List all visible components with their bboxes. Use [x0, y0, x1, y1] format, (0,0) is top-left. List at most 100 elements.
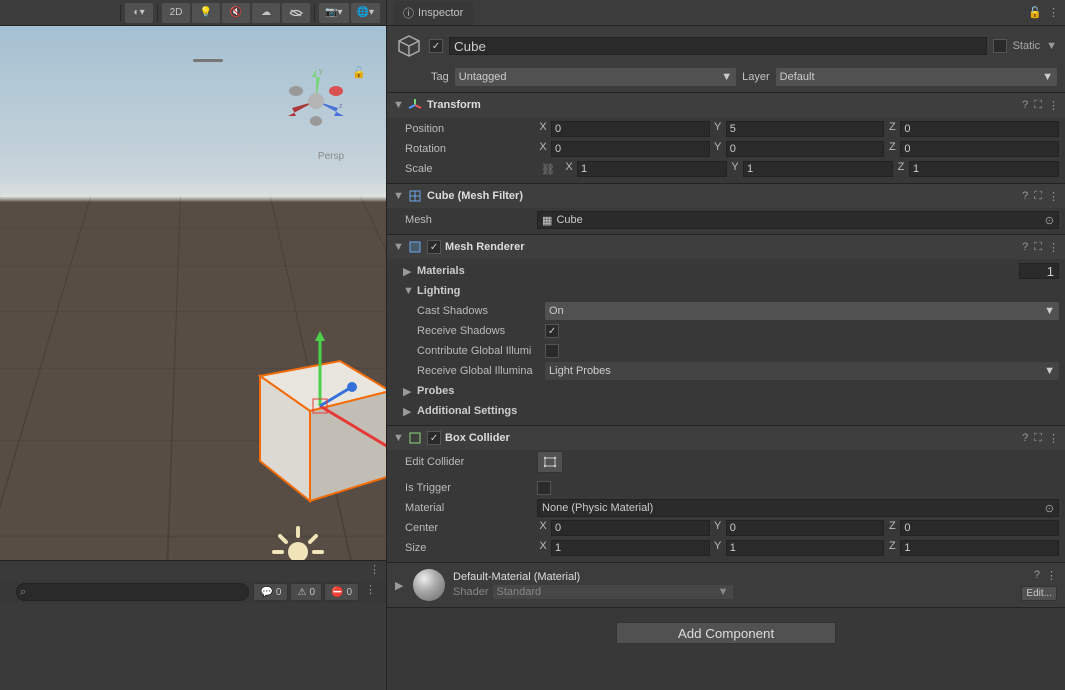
menu-icon[interactable]: ⋮ [1048, 99, 1059, 112]
receive-gi-dropdown: Light Probes▼ [545, 362, 1059, 380]
lighting-foldout[interactable]: ▼Lighting [393, 281, 1059, 301]
is-trigger-checkbox[interactable] [537, 481, 551, 495]
projection-label[interactable]: Persp [318, 151, 344, 162]
position-z-input[interactable] [900, 121, 1059, 137]
foldout-icon[interactable]: ▼ [393, 432, 403, 444]
help-icon[interactable]: ? [1022, 99, 1028, 112]
drag-handle[interactable] [193, 59, 223, 62]
help-icon[interactable]: ? [1034, 569, 1040, 582]
static-checkbox[interactable] [993, 39, 1007, 53]
help-icon[interactable]: ? [1022, 190, 1028, 203]
center-y-input[interactable] [726, 520, 885, 536]
lighting-toggle-button[interactable]: 💡 [192, 3, 220, 23]
rotation-x-input[interactable] [551, 141, 710, 157]
box-collider-enabled-checkbox[interactable] [427, 431, 441, 445]
shading-mode-button[interactable]: ◐▾ [125, 3, 153, 23]
position-y-input[interactable] [726, 121, 885, 137]
menu-icon[interactable]: ⋮ [1048, 190, 1059, 203]
receive-shadows-checkbox[interactable] [545, 324, 559, 338]
menu-icon[interactable]: ⋮ [1048, 432, 1059, 445]
cast-shadows-dropdown[interactable]: On▼ [545, 302, 1059, 320]
material-foldout-icon[interactable]: ▶ [395, 579, 405, 592]
size-x-input[interactable] [551, 540, 710, 556]
mesh-renderer-icon [407, 239, 423, 255]
error-count-button[interactable]: ⛔0 [324, 583, 359, 601]
preset-icon[interactable]: ⛶ [1034, 99, 1042, 112]
gizmos-button[interactable]: 🌐▾ [351, 3, 380, 23]
center-x-input[interactable] [551, 520, 710, 536]
size-z-input[interactable] [900, 540, 1059, 556]
size-y-input[interactable] [726, 540, 885, 556]
gameobject-icon[interactable] [395, 32, 423, 60]
contribute-gi-checkbox[interactable] [545, 344, 559, 358]
preset-icon[interactable]: ⛶ [1034, 190, 1042, 203]
foldout-icon[interactable]: ▼ [393, 241, 403, 253]
rotation-y-input[interactable] [726, 141, 885, 157]
materials-count-input[interactable] [1019, 263, 1059, 279]
scale-y-input[interactable] [743, 161, 893, 177]
constrain-scale-icon[interactable]: ⛓ [537, 163, 559, 176]
warning-count-button[interactable]: ⚠0 [290, 583, 322, 601]
panel-menu-icon[interactable]: ⋮ [1048, 6, 1059, 19]
edit-collider-button[interactable] [537, 451, 563, 473]
preset-icon[interactable]: ⛶ [1034, 432, 1042, 445]
mesh-renderer-enabled-checkbox[interactable] [427, 240, 441, 254]
orientation-gizmo[interactable]: y z [276, 61, 356, 141]
hidden-toggle-button[interactable] [282, 3, 310, 23]
foldout-icon[interactable]: ▼ [393, 190, 403, 202]
position-x-input[interactable] [551, 121, 710, 137]
scale-z-input[interactable] [909, 161, 1059, 177]
probes-foldout[interactable]: ▶Probes [393, 381, 1059, 401]
mesh-renderer-component: ▼ Mesh Renderer ?⛶⋮ ▶Materials ▼Lighting… [387, 234, 1065, 425]
materials-foldout[interactable]: ▶Materials [393, 261, 1059, 281]
physic-material-label: Material [393, 502, 533, 514]
material-section: ▶ Default-Material (Material) Shader Sta… [387, 562, 1065, 607]
foldout-icon[interactable]: ▼ [393, 99, 403, 111]
selected-cube-gizmo[interactable] [230, 326, 386, 516]
rotation-z-input[interactable] [900, 141, 1059, 157]
mesh-object-field[interactable]: ▦ Cube ⊙ [537, 211, 1059, 229]
audio-toggle-button[interactable]: 🔇 [222, 3, 250, 23]
additional-settings-foldout[interactable]: ▶Additional Settings [393, 401, 1059, 421]
help-icon[interactable]: ? [1022, 241, 1028, 254]
menu-icon[interactable]: ⋮ [1046, 569, 1057, 582]
box-collider-icon [407, 430, 423, 446]
light-gizmo-icon [270, 522, 326, 560]
center-label: Center [393, 522, 533, 534]
console-overflow-icon[interactable]: ⋮ [361, 583, 380, 601]
mesh-filter-icon [407, 188, 423, 204]
fx-toggle-button[interactable]: ☁ [252, 3, 280, 23]
console-menu-icon[interactable]: ⋮ [369, 563, 380, 579]
physic-material-field[interactable]: None (Physic Material) ⊙ [537, 499, 1059, 517]
add-component-button[interactable]: Add Component [616, 622, 836, 644]
console-search-input[interactable] [16, 583, 249, 601]
tag-label: Tag [431, 71, 449, 83]
scale-x-input[interactable] [577, 161, 727, 177]
scene-view[interactable]: 🔓 y z [0, 26, 386, 560]
static-dropdown-arrow[interactable]: ▼ [1046, 40, 1057, 52]
gameobject-name-input[interactable] [449, 37, 987, 55]
material-name: Default-Material (Material) [453, 571, 1013, 583]
info-count-button[interactable]: 💬0 [253, 583, 288, 601]
inspector-tab[interactable]: ⓘ Inspector [393, 1, 473, 25]
center-z-input[interactable] [900, 520, 1059, 536]
warning-icon: ⚠ [297, 587, 306, 598]
edit-material-button[interactable]: Edit... [1021, 586, 1057, 601]
2d-toggle-button[interactable]: 2D [162, 3, 190, 23]
is-trigger-label: Is Trigger [393, 482, 533, 494]
object-picker-icon[interactable]: ⊙ [1045, 502, 1054, 515]
help-icon[interactable]: ? [1022, 432, 1028, 445]
object-picker-icon[interactable]: ⊙ [1045, 214, 1054, 227]
shader-dropdown[interactable]: Standard▼ [493, 585, 733, 599]
preset-icon[interactable]: ⛶ [1034, 241, 1042, 254]
svg-text:y: y [319, 68, 323, 75]
camera-button[interactable]: 📷▾ [319, 3, 348, 23]
shader-label: Shader [453, 586, 488, 598]
inspector-tab-bar: ⓘ Inspector 🔓 ⋮ [387, 0, 1065, 26]
gameobject-enabled-checkbox[interactable] [429, 39, 443, 53]
lock-icon[interactable]: 🔓 [1028, 6, 1042, 19]
tag-dropdown[interactable]: Untagged▼ [455, 68, 736, 86]
menu-icon[interactable]: ⋮ [1048, 241, 1059, 254]
layer-dropdown[interactable]: Default▼ [776, 68, 1057, 86]
error-icon: ⛔ [331, 587, 343, 598]
